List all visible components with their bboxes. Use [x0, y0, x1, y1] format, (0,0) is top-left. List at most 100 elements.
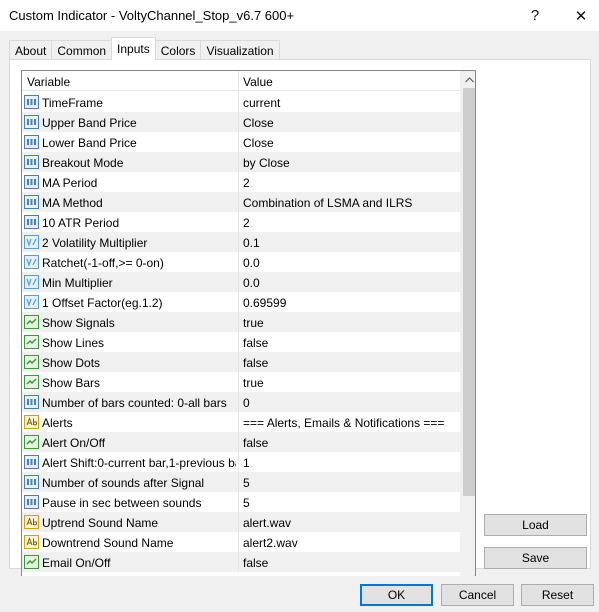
variable-name: Show Lines: [42, 336, 105, 350]
table-row[interactable]: Min Multiplier 0.0: [22, 272, 460, 292]
table-row[interactable]: Lower Band Price Close: [22, 132, 460, 152]
help-icon: ?: [530, 7, 540, 24]
table-row[interactable]: Upper Band Price Close: [22, 112, 460, 132]
variable-name: Show Bars: [42, 376, 101, 390]
variable-value[interactable]: 2: [243, 176, 457, 190]
table-row[interactable]: Show Lines false: [22, 332, 460, 352]
table-row[interactable]: Alert On/Off false: [22, 432, 460, 452]
table-row[interactable]: Show Signals true: [22, 312, 460, 332]
variable-value[interactable]: 0.69599: [243, 296, 457, 310]
variable-name: Alert On/Off: [42, 436, 106, 450]
table-row[interactable]: Email On/Off false: [22, 552, 460, 572]
variable-value[interactable]: current: [243, 96, 457, 110]
bool-icon: [24, 335, 39, 349]
variable-name: Min Multiplier: [42, 276, 113, 290]
column-divider: [238, 432, 239, 452]
variable-value[interactable]: Close: [243, 136, 457, 150]
table-row[interactable]: MA Period 2: [22, 172, 460, 192]
bool-icon: [24, 555, 39, 569]
tab-strip: About Common Inputs Colors Visualization: [9, 37, 280, 60]
table-row[interactable]: MA Method Combination of LSMA and ILRS: [22, 192, 460, 212]
variable-value[interactable]: 1: [243, 456, 457, 470]
table-row[interactable]: Ratchet(-1-off,>= 0-on) 0.0: [22, 252, 460, 272]
bool-icon: [24, 375, 39, 389]
column-divider: [238, 252, 239, 272]
column-divider: [238, 372, 239, 392]
variable-value[interactable]: 5: [243, 476, 457, 490]
variable-value[interactable]: false: [243, 556, 457, 570]
variable-value[interactable]: 5: [243, 496, 457, 510]
save-button[interactable]: Save: [484, 547, 587, 569]
tab-common[interactable]: Common: [51, 40, 113, 60]
table-row[interactable]: 2 Volatility Multiplier 0.1: [22, 232, 460, 252]
scroll-thumb[interactable]: [463, 88, 475, 496]
column-divider: [238, 452, 239, 472]
vertical-scrollbar[interactable]: [460, 71, 475, 598]
variable-value[interactable]: Combination of LSMA and ILRS: [243, 196, 457, 210]
column-divider: [238, 132, 239, 152]
variable-value[interactable]: 0.1: [243, 236, 457, 250]
table-row[interactable]: Downtrend Sound Name alert2.wav: [22, 532, 460, 552]
tab-visualization[interactable]: Visualization: [200, 40, 280, 60]
variable-name: MA Period: [42, 176, 98, 190]
variable-value[interactable]: by Close: [243, 156, 457, 170]
variable-name: Downtrend Sound Name: [42, 536, 174, 550]
column-divider: [238, 392, 239, 412]
variable-name: Alerts: [42, 416, 73, 430]
table-row[interactable]: 10 ATR Period 2: [22, 212, 460, 232]
table-row[interactable]: Alert Shift:0-current bar,1-previous bar…: [22, 452, 460, 472]
variable-name: Show Dots: [42, 356, 101, 370]
variable-value[interactable]: false: [243, 436, 457, 450]
variable-value[interactable]: === Alerts, Emails & Notifications ===: [243, 416, 457, 430]
scroll-up-button[interactable]: [461, 71, 475, 88]
variable-value[interactable]: 0: [243, 396, 457, 410]
variable-value[interactable]: true: [243, 376, 457, 390]
tab-about[interactable]: About: [9, 40, 53, 60]
table-row[interactable]: Show Bars true: [22, 372, 460, 392]
table-row[interactable]: Number of sounds after Signal 5: [22, 472, 460, 492]
int-icon: [24, 495, 39, 509]
table-row[interactable]: 1 Offset Factor(eg.1.2) 0.69599: [22, 292, 460, 312]
help-button[interactable]: ?: [512, 0, 558, 31]
tab-colors[interactable]: Colors: [154, 40, 202, 60]
variable-name: Pause in sec between sounds: [42, 496, 202, 510]
double-icon: [24, 275, 39, 289]
load-button[interactable]: Load: [484, 514, 587, 536]
column-divider: [238, 532, 239, 552]
column-divider: [238, 332, 239, 352]
int-icon: [24, 475, 39, 489]
table-row[interactable]: Number of bars counted: 0-all bars 0: [22, 392, 460, 412]
variable-name: 10 ATR Period: [42, 216, 120, 230]
window-title: Custom Indicator - VoltyChannel_Stop_v6.…: [9, 8, 295, 23]
variable-value[interactable]: alert2.wav: [243, 536, 457, 550]
int-icon: [24, 135, 39, 149]
grid-header: Variable Value: [22, 71, 460, 91]
variable-value[interactable]: 2: [243, 216, 457, 230]
variable-value[interactable]: false: [243, 356, 457, 370]
string-icon: [24, 415, 39, 429]
table-row[interactable]: Alerts === Alerts, Emails & Notifications…: [22, 412, 460, 432]
tab-inputs[interactable]: Inputs: [111, 37, 156, 60]
variable-name: Lower Band Price: [42, 136, 137, 150]
table-row[interactable]: Pause in sec between sounds 5: [22, 492, 460, 512]
variable-value[interactable]: alert.wav: [243, 516, 457, 530]
column-divider: [238, 492, 239, 512]
close-button[interactable]: ✕: [558, 0, 599, 31]
reset-button[interactable]: Reset: [521, 584, 594, 606]
column-divider: [238, 512, 239, 532]
variable-value[interactable]: true: [243, 316, 457, 330]
table-row[interactable]: TimeFrame current: [22, 92, 460, 112]
cancel-button[interactable]: Cancel: [441, 584, 514, 606]
variable-value[interactable]: 0.0: [243, 256, 457, 270]
ok-button[interactable]: OK: [360, 584, 433, 606]
variable-value[interactable]: Close: [243, 116, 457, 130]
variable-value[interactable]: 0.0: [243, 276, 457, 290]
table-row[interactable]: Uptrend Sound Name alert.wav: [22, 512, 460, 532]
variable-value[interactable]: false: [243, 336, 457, 350]
table-row[interactable]: Show Dots false: [22, 352, 460, 372]
int-icon: [24, 195, 39, 209]
column-divider[interactable]: [238, 71, 239, 91]
column-header-value[interactable]: Value: [243, 75, 273, 89]
column-header-variable[interactable]: Variable: [27, 75, 70, 89]
table-row[interactable]: Breakout Mode by Close: [22, 152, 460, 172]
